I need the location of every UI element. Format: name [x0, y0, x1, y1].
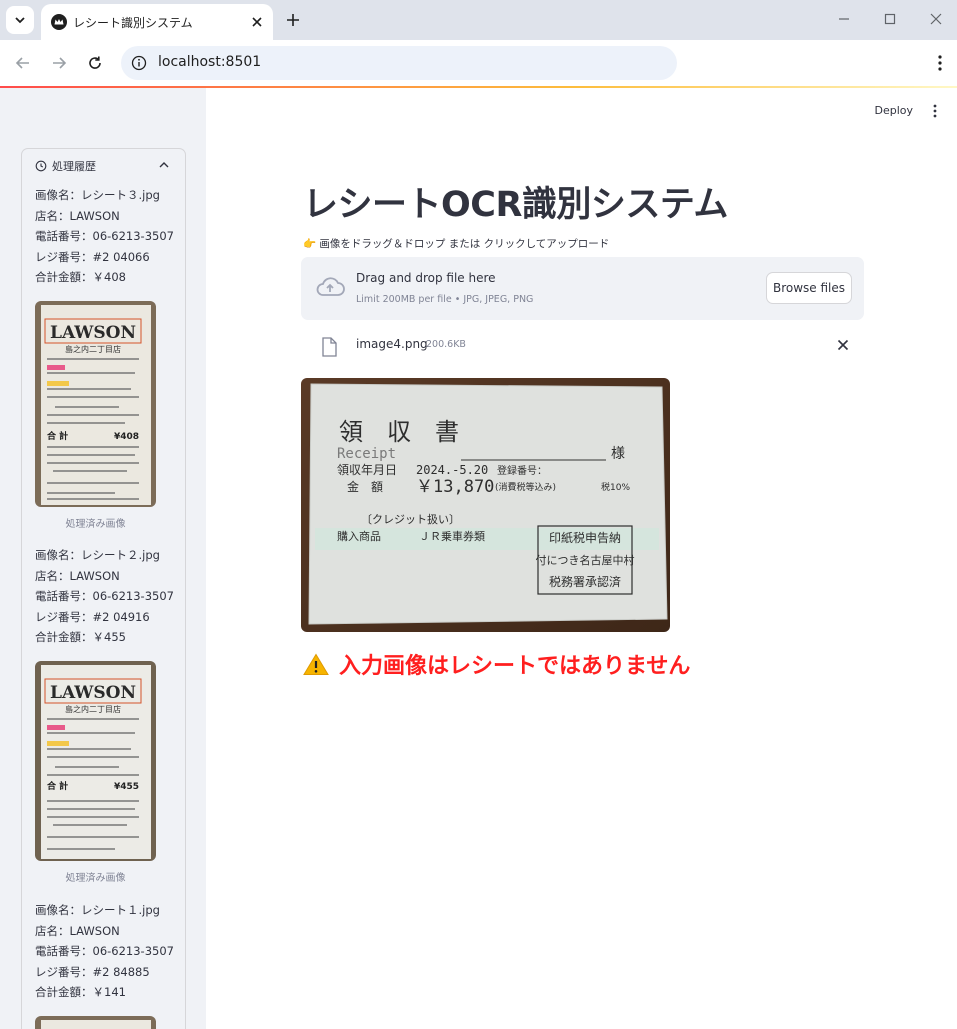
receipt-date-label: 領収年月日: [337, 462, 397, 477]
thumb-brand: LAWSON: [50, 683, 136, 703]
record-image-name: 画像名：レシート２.jpg: [35, 548, 160, 562]
dropzone-limit: Limit 200MB per file • JPG, JPEG, PNG: [356, 294, 534, 305]
url-text: localhost:8501: [158, 54, 262, 70]
thumb-branch: 島之内二丁目店: [65, 704, 121, 714]
record-store: 店名：LAWSON: [35, 923, 120, 938]
tab-search-button[interactable]: [6, 6, 34, 34]
record-image-name: 画像名：レシート１.jpg: [35, 903, 160, 917]
main-content: Deploy レシートOCR識別システム 👉 画像をドラッグ＆ドロップ または …: [206, 88, 957, 1029]
receipt-amount: ￥13,870: [416, 477, 494, 497]
receipt-amount-label: 金 額: [347, 479, 383, 494]
receipt-tax-rate: 税10%: [601, 481, 630, 493]
receipt-reg-label: 登録番号：: [497, 464, 547, 477]
close-window-icon[interactable]: [929, 12, 943, 26]
receipt-stamp-line: 印紙税申告納: [549, 530, 621, 545]
receipt-stamp-line: 税務署承認済: [549, 574, 621, 589]
sidebar: 処理履歴 画像名：レシート３.jpg 店名：LAWSON 電話番号：06-621…: [0, 88, 206, 1029]
app-menu-icon[interactable]: [933, 104, 937, 118]
browser-menu-icon[interactable]: [937, 54, 943, 72]
receipt-stamp-line: 付につき名古屋中村: [536, 553, 635, 567]
record-phone: 電話番号：06-6213-3507: [35, 229, 174, 243]
uploaded-image: 領 収 書 Receipt 様 領収年月日 2024.-5.20 登録番号： 金…: [301, 378, 670, 632]
maximize-icon[interactable]: [883, 12, 897, 26]
chevron-down-icon: [15, 17, 25, 24]
uploaded-file-name: image4.png: [356, 337, 428, 351]
warning-message: 入力画像はレシートではありません: [303, 648, 690, 680]
browser-tab[interactable]: レシート識別システム: [41, 4, 273, 40]
back-arrow-icon[interactable]: [14, 54, 32, 72]
thumb-brand: LAWSON: [50, 323, 136, 343]
site-info-icon[interactable]: [131, 55, 147, 71]
receipt-word: Receipt: [337, 446, 396, 462]
history-title: 処理履歴: [52, 160, 96, 173]
record-register: レジ番号：#2 84885: [35, 964, 150, 979]
address-bar[interactable]: localhost:8501: [121, 46, 677, 80]
reload-icon[interactable]: [86, 54, 104, 72]
warning-text: 入力画像はレシートではありません: [339, 654, 691, 679]
deploy-button[interactable]: Deploy: [874, 104, 913, 117]
receipt-sama: 様: [611, 446, 625, 462]
history-clock-icon: [35, 160, 47, 172]
history-expander: 処理履歴 画像名：レシート３.jpg 店名：LAWSON 電話番号：06-621…: [21, 148, 186, 1029]
record-store: 店名：LAWSON: [35, 568, 120, 583]
record-total: 合計金額：￥455: [35, 630, 126, 644]
thumb-total: ¥455: [114, 782, 139, 792]
thumb-total: ¥408: [114, 432, 139, 442]
minimize-icon[interactable]: [837, 12, 851, 26]
receipt-heading: 領 収 書: [339, 418, 459, 446]
remove-file-icon[interactable]: [837, 339, 849, 351]
receipt-tax-note: (消費税等込み): [495, 481, 556, 493]
upload-label: 👉 画像をドラッグ＆ドロップ または クリックしてアップロード: [303, 238, 610, 250]
thumbnail-caption: 処理済み画像: [65, 519, 126, 530]
file-dropzone[interactable]: Drag and drop file here Limit 200MB per …: [301, 257, 864, 320]
record-store: 店名：LAWSON: [35, 208, 120, 223]
chevron-up-icon[interactable]: [159, 161, 169, 169]
record-total: 合計金額：￥408: [35, 270, 126, 284]
cloud-upload-icon: [316, 277, 345, 296]
processed-receipt-thumbnail: [35, 1016, 156, 1029]
processed-receipt-thumbnail: LAWSON 島之内二丁目店 合 計 ¥408: [35, 301, 156, 507]
browser-tab-bar: レシート識別システム: [0, 0, 957, 40]
warning-icon: [303, 653, 329, 675]
record-register: レジ番号：#2 04066: [35, 249, 150, 264]
close-tab-icon[interactable]: [249, 14, 265, 30]
svg-text:合 計: 合 計: [47, 430, 68, 442]
receipt-date: 2024.-5.20: [416, 463, 488, 477]
record-image-name: 画像名：レシート３.jpg: [35, 188, 160, 202]
history-expander-header[interactable]: 処理履歴: [35, 158, 96, 174]
receipt-credit: 〔クレジット扱い〕: [361, 512, 460, 526]
file-icon: [322, 337, 337, 357]
tab-title: レシート識別システム: [73, 16, 193, 30]
record-total: 合計金額：￥141: [35, 985, 126, 999]
receipt-item: ＪＲ乗車券類: [419, 529, 485, 543]
thumb-branch: 島之内二丁目店: [65, 344, 121, 354]
page-title: レシートOCR識別システム: [303, 185, 728, 225]
record-phone: 電話番号：06-6213-3507: [35, 944, 174, 958]
uploaded-file-size: 200.6KB: [426, 339, 466, 350]
record-register: レジ番号：#2 04916: [35, 609, 150, 624]
dropzone-title: Drag and drop file here: [356, 271, 496, 285]
history-record: 画像名：レシート２.jpg 店名：LAWSON 電話番号：06-6213-350…: [35, 545, 185, 648]
receipt-item-label: 購入商品: [337, 529, 381, 543]
history-record: 画像名：レシート１.jpg 店名：LAWSON 電話番号：06-6213-350…: [35, 900, 185, 1003]
streamlit-crown-icon: [51, 14, 67, 30]
browse-files-button[interactable]: Browse files: [766, 272, 852, 304]
new-tab-icon[interactable]: [284, 11, 302, 29]
svg-text:合 計: 合 計: [47, 780, 68, 792]
thumbnail-caption: 処理済み画像: [65, 873, 126, 884]
forward-arrow-icon[interactable]: [50, 54, 68, 72]
history-record: 画像名：レシート３.jpg 店名：LAWSON 電話番号：06-6213-350…: [35, 185, 185, 288]
processed-receipt-thumbnail: LAWSON 島之内二丁目店 合 計 ¥455: [35, 661, 156, 861]
browser-toolbar: localhost:8501: [0, 40, 957, 86]
record-phone: 電話番号：06-6213-3507: [35, 589, 174, 603]
